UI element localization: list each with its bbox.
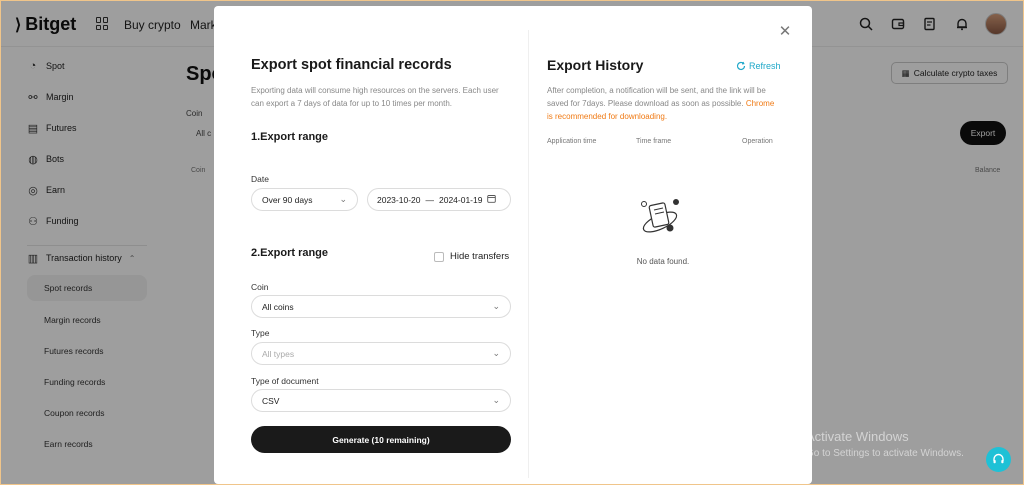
modal-title: Export spot financial records bbox=[251, 57, 452, 73]
refresh-icon bbox=[736, 61, 746, 71]
close-icon[interactable]: ✕ bbox=[777, 23, 793, 40]
windows-watermark-title: Activate Windows bbox=[806, 429, 909, 444]
coin-label: Coin bbox=[251, 282, 269, 292]
coin-select-value: All coins bbox=[262, 301, 294, 312]
empty-state-text: No data found. bbox=[636, 257, 690, 266]
export-history-title: Export History bbox=[547, 57, 644, 73]
document-type-value: CSV bbox=[262, 395, 280, 406]
range-separator: — bbox=[425, 194, 434, 205]
hide-transfers-checkbox[interactable] bbox=[434, 251, 444, 262]
hide-transfers-label: Hide transfers bbox=[450, 251, 510, 262]
empty-state-icon bbox=[641, 199, 679, 233]
range-start: 2023-10-20 bbox=[377, 194, 421, 205]
date-preset-select[interactable]: Over 90 days ⌄ bbox=[251, 188, 358, 211]
date-label: Date bbox=[251, 174, 269, 184]
windows-watermark-subtitle: Go to Settings to activate Windows. bbox=[806, 448, 964, 459]
history-col-application-time: Application time bbox=[547, 138, 597, 145]
refresh-label: Refresh bbox=[749, 61, 781, 71]
date-range-picker[interactable]: 2023-10-20 — 2024-01-19 bbox=[367, 188, 511, 211]
document-type-label: Type of document bbox=[251, 376, 319, 386]
range-end: 2024-01-19 bbox=[438, 194, 483, 205]
document-type-select[interactable]: CSV ⌄ bbox=[251, 389, 511, 412]
app-window: ⟩ Bitget Buy crypto Mark ◔ Spot ⚯ Margin… bbox=[0, 0, 1024, 485]
coin-select[interactable]: All coins ⌄ bbox=[251, 295, 511, 318]
export-modal: ✕ Export spot financial records Exportin… bbox=[214, 6, 812, 484]
hide-transfers-toggle[interactable]: Hide transfers bbox=[434, 251, 509, 262]
history-description-text: After completion, a notification will be… bbox=[547, 86, 766, 108]
type-select-placeholder: All types bbox=[262, 348, 295, 359]
support-chat-button[interactable] bbox=[986, 447, 1011, 472]
refresh-button[interactable]: Refresh bbox=[736, 61, 781, 71]
history-col-operation: Operation bbox=[742, 138, 773, 145]
type-label: Type bbox=[251, 328, 270, 338]
section-export-range-1: 1.Export range bbox=[251, 131, 329, 143]
history-col-time-frame: Time frame bbox=[636, 138, 672, 145]
generate-button[interactable]: Generate (10 remaining) bbox=[251, 426, 511, 453]
export-history-description: After completion, a notification will be… bbox=[547, 84, 779, 123]
date-preset-value: Over 90 days bbox=[262, 194, 313, 205]
chevron-down-icon: ⌄ bbox=[492, 301, 500, 311]
chevron-down-icon: ⌄ bbox=[339, 194, 347, 204]
chevron-down-icon: ⌄ bbox=[492, 395, 500, 405]
chevron-down-icon: ⌄ bbox=[492, 348, 500, 358]
section-export-range-2: 2.Export range bbox=[251, 247, 329, 259]
headset-icon bbox=[993, 453, 1004, 464]
calendar-icon bbox=[487, 194, 497, 205]
modal-column-divider bbox=[528, 30, 529, 478]
type-select[interactable]: All types ⌄ bbox=[251, 342, 511, 365]
modal-description: Exporting data will consume high resourc… bbox=[251, 86, 499, 108]
